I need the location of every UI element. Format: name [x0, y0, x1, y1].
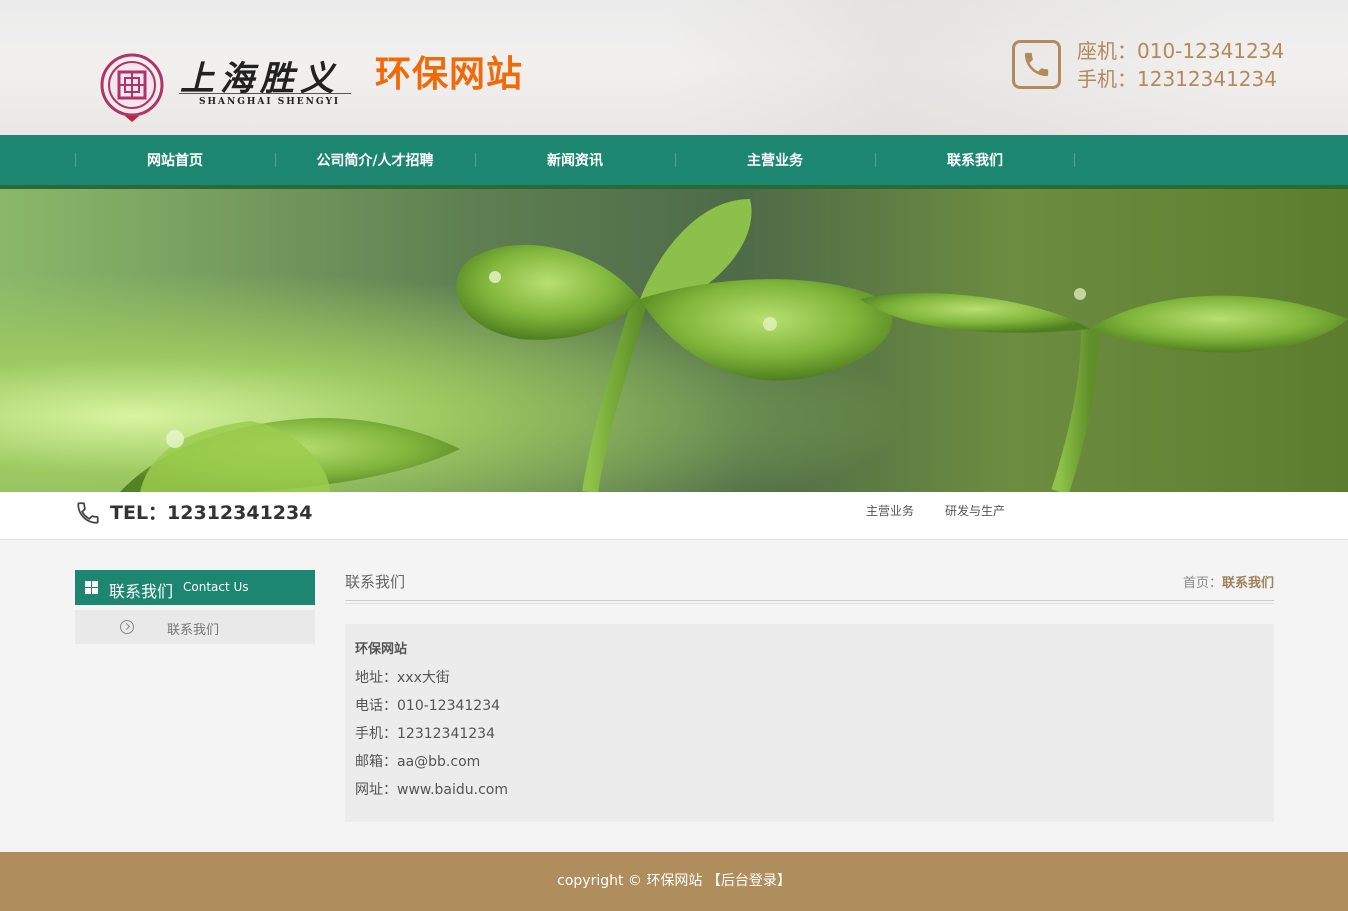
breadcrumb-current: 联系我们	[1221, 576, 1274, 591]
contact-info-panel: 环保网站 地址：xxx大街 电话：010-12341234 手机：1231234…	[345, 624, 1274, 822]
email-line: 邮箱：aa@bb.com	[355, 754, 481, 770]
nav-item-news[interactable]: 新闻资讯	[475, 135, 675, 185]
main-navigation: 网站首页 公司简介/人才招聘 新闻资讯 主营业务 联系我们	[0, 135, 1348, 189]
admin-login-link[interactable]: 【后台登录】	[707, 873, 791, 889]
logo-divider	[179, 93, 351, 94]
header-contact: 座机：010-12341234 手机：12312341234	[1077, 37, 1284, 93]
landline-text: 座机：010-12341234	[1077, 39, 1285, 63]
copyright-text: copyright © 环保网站	[557, 873, 703, 889]
sidebar-item-label: 联系我们	[167, 623, 220, 638]
quick-link-business[interactable]: 主营业务	[866, 502, 914, 519]
tel-bar: TEL：12312341234 主营业务 研发与生产	[0, 492, 1348, 540]
breadcrumb: 首页：联系我们	[1060, 572, 1274, 591]
breadcrumb-home[interactable]: 首页：	[1183, 576, 1222, 591]
quick-link-rnd[interactable]: 研发与生产	[945, 502, 1005, 519]
sidebar-title: 联系我们	[109, 582, 174, 601]
grid-icon	[85, 581, 98, 594]
sidebar-header: 联系我们 Contact Us	[75, 570, 315, 605]
site-footer: copyright © 环保网站 【后台登录】	[0, 852, 1348, 911]
telephone-icon	[77, 502, 99, 524]
sidebar-subtitle: Contact Us	[183, 580, 249, 594]
nav-item-about[interactable]: 公司简介/人才招聘	[275, 135, 475, 185]
sidebar-item-contact[interactable]: 联系我们	[75, 610, 315, 644]
title-divider	[345, 600, 1274, 604]
phone-line: 电话：010-12341234	[355, 698, 501, 714]
tel-number: TEL：12312341234	[110, 502, 313, 524]
address-line: 地址：xxx大街	[355, 670, 450, 686]
logo-english-text: SHANGHAI SHENGYI	[199, 97, 341, 107]
chevron-right-circle-icon	[120, 620, 134, 634]
site-header: 上海胜义 SHANGHAI SHENGYI 环保网站 座机：010-123412…	[0, 0, 1348, 135]
phone-icon	[1012, 40, 1061, 89]
site-name: 环保网站	[375, 54, 524, 95]
nav-item-business[interactable]: 主营业务	[675, 135, 875, 185]
company-logo[interactable]: 上海胜义 SHANGHAI SHENGYI	[95, 45, 355, 125]
seedling-illustration	[120, 199, 1348, 492]
website-line: 网址：www.baidu.com	[355, 782, 508, 798]
seal-logo-icon	[100, 53, 164, 122]
hero-banner: 保护环境人人有责	[0, 189, 1348, 492]
mobile-text: 手机：12312341234	[1077, 67, 1277, 91]
page-title: 联系我们	[345, 573, 406, 591]
mobile-line: 手机：12312341234	[355, 726, 495, 742]
nav-item-home[interactable]: 网站首页	[75, 135, 275, 185]
nav-item-contact[interactable]: 联系我们	[875, 135, 1075, 185]
company-name: 环保网站	[355, 642, 408, 657]
